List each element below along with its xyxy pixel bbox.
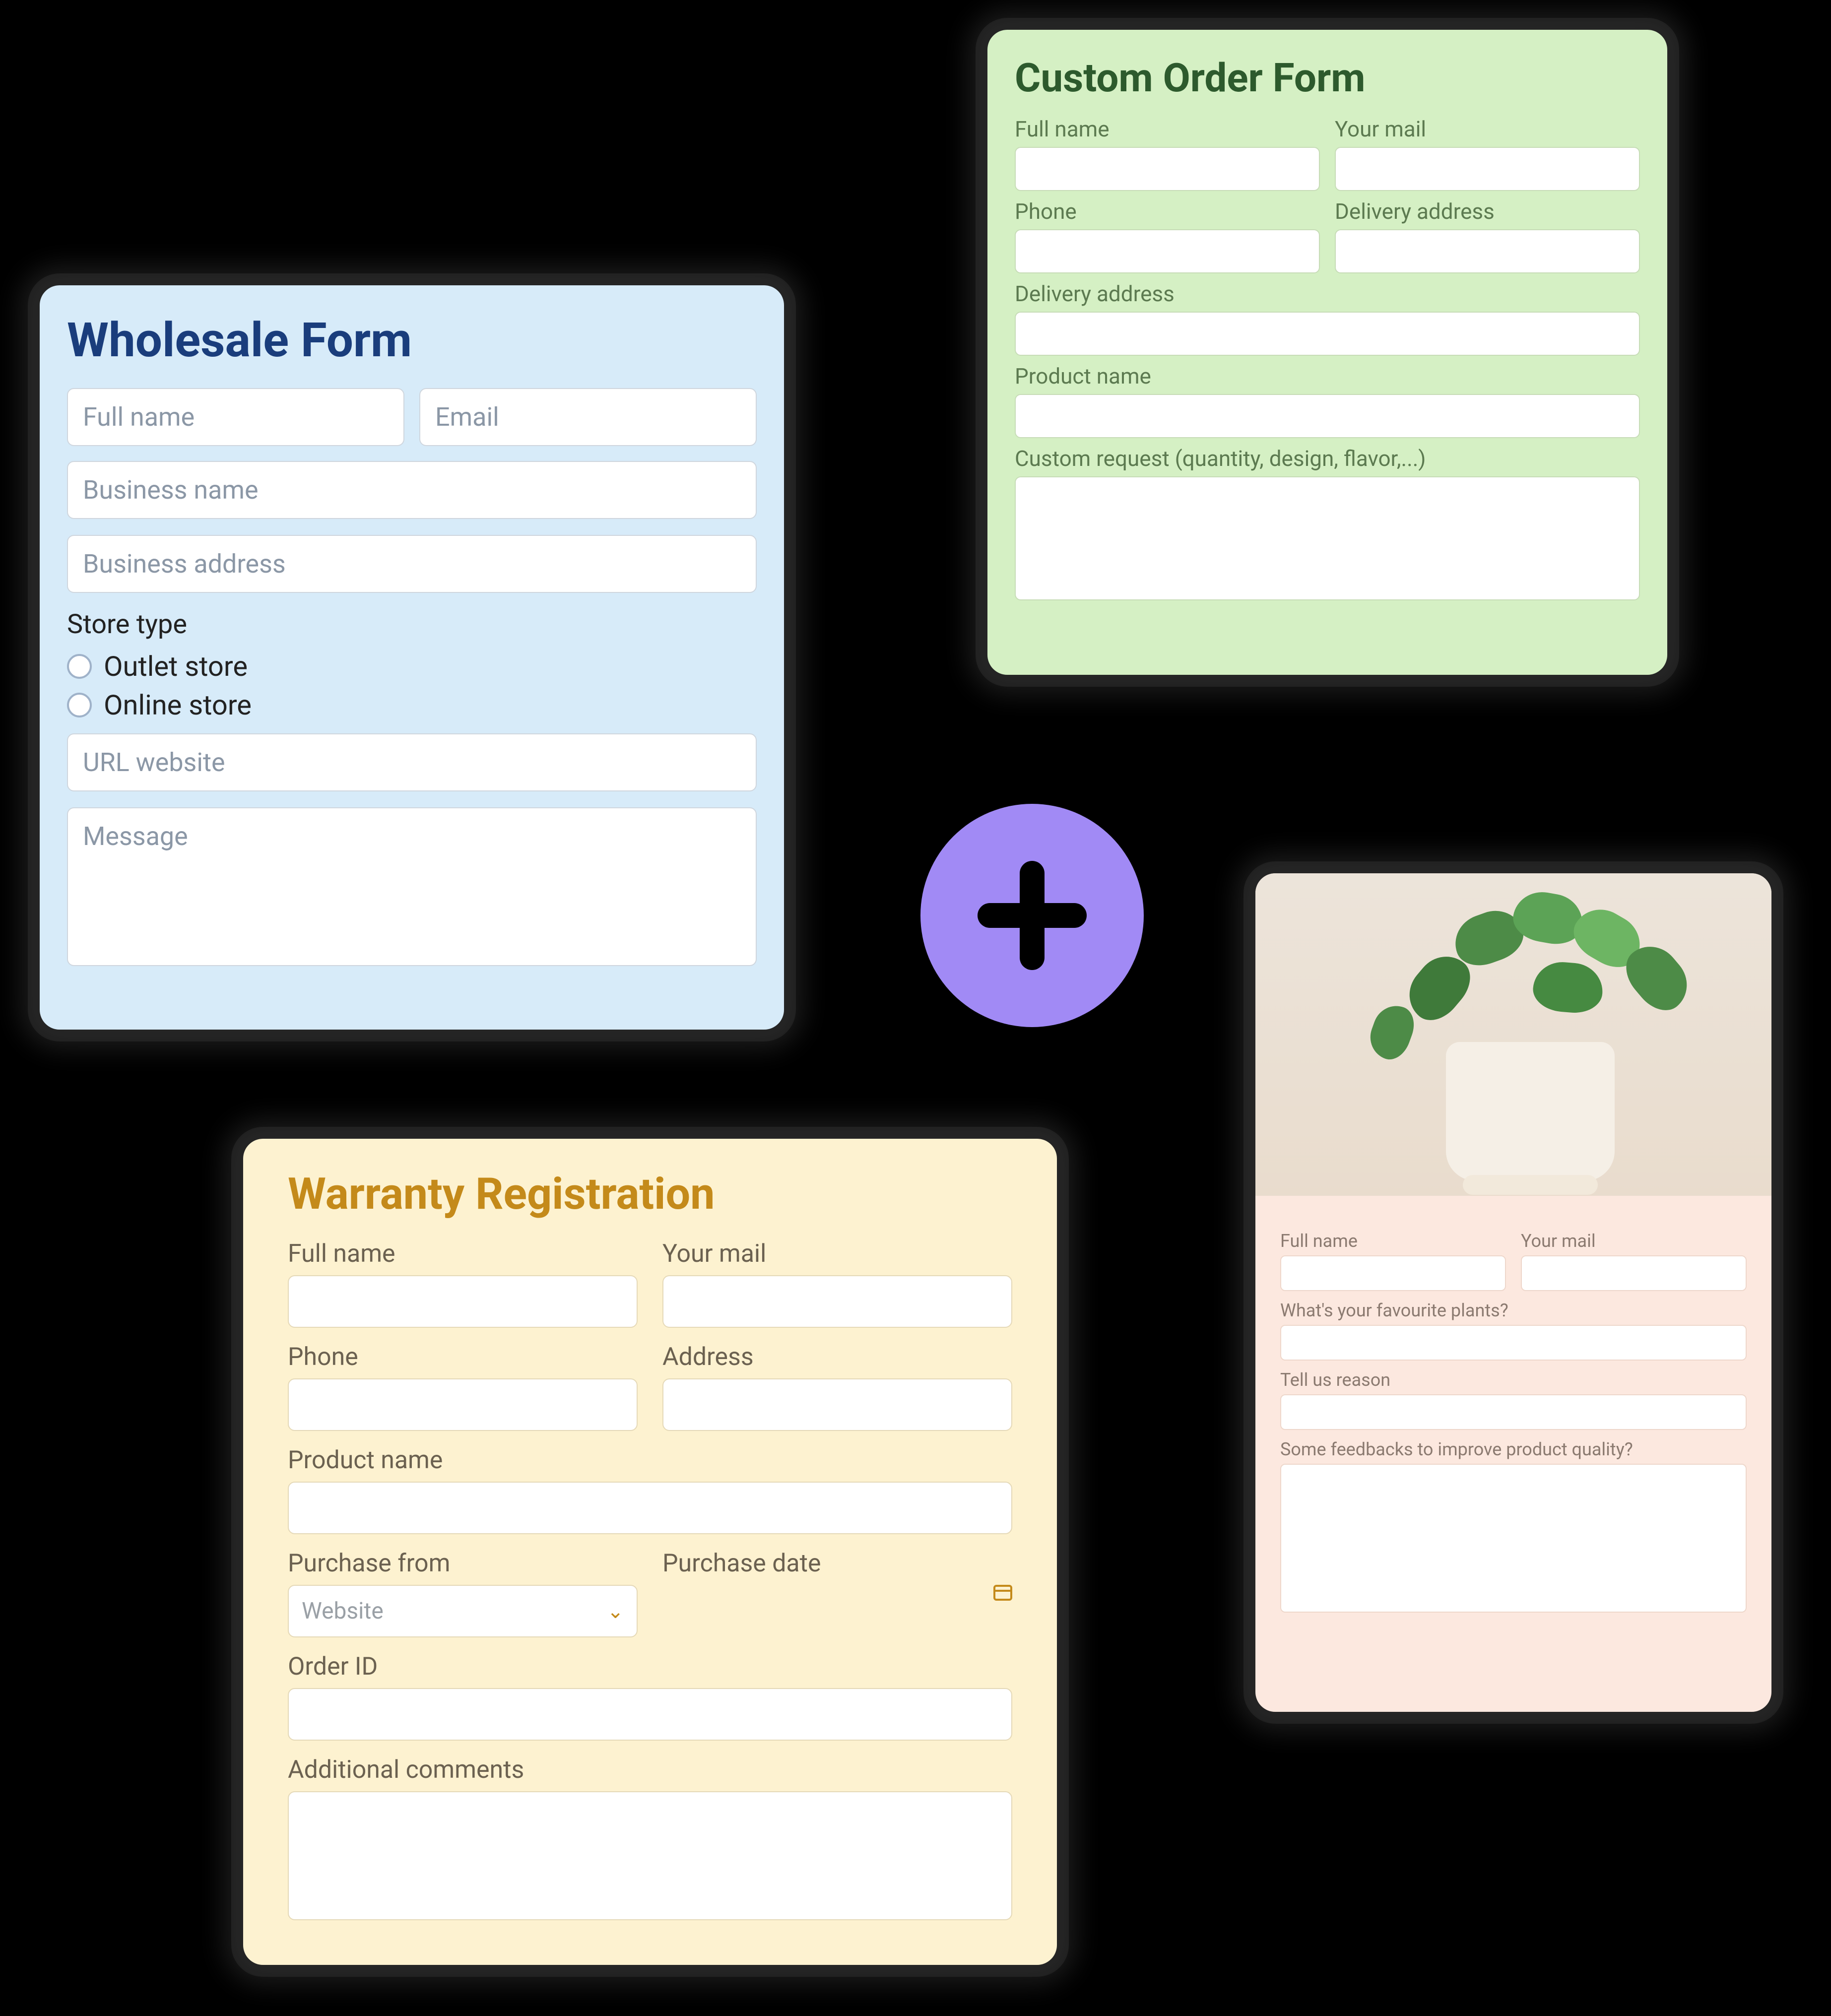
plus-icon xyxy=(1020,861,1045,970)
warranty-address-label: Address xyxy=(662,1343,1012,1371)
custom-phone-label: Phone xyxy=(1015,198,1320,224)
custom-title: Custom Order Form xyxy=(1015,55,1640,101)
radio-outlet[interactable] xyxy=(67,654,92,679)
custom-request-label: Custom request (quantity, design, flavor… xyxy=(1015,446,1640,471)
custom-delivery2-label: Delivery address xyxy=(1015,281,1640,307)
wholesale-title: Wholesale Form xyxy=(67,313,757,368)
radio-online-label: Online store xyxy=(104,689,252,721)
custom-order-form-card: Custom Order Form Full name Your mail Ph… xyxy=(987,30,1667,675)
email-input[interactable] xyxy=(419,388,757,446)
fb-improve-label: Some feedbacks to improve product qualit… xyxy=(1280,1439,1747,1460)
custom-delivery-label: Delivery address xyxy=(1335,198,1640,224)
warranty-order-id-label: Order ID xyxy=(288,1652,1012,1681)
warranty-title: Warranty Registration xyxy=(288,1169,1012,1220)
custom-full-name-input[interactable] xyxy=(1015,147,1320,191)
custom-delivery-input[interactable] xyxy=(1335,229,1640,273)
warranty-phone-label: Phone xyxy=(288,1343,638,1371)
fb-mail-label: Your mail xyxy=(1521,1231,1747,1251)
feedback-form-card: Full name Your mail What's your favourit… xyxy=(1255,873,1771,1712)
message-textarea[interactable] xyxy=(67,807,757,966)
warranty-address-input[interactable] xyxy=(662,1378,1012,1431)
warranty-comments-label: Additional comments xyxy=(288,1756,1012,1784)
warranty-product-label: Product name xyxy=(288,1446,1012,1475)
custom-product-label: Product name xyxy=(1015,363,1640,389)
business-name-input[interactable] xyxy=(67,461,757,519)
add-form-button[interactable] xyxy=(920,804,1144,1027)
warranty-mail-input[interactable] xyxy=(662,1275,1012,1328)
calendar-icon xyxy=(993,1585,1012,1601)
warranty-purchase-date-label: Purchase date xyxy=(662,1549,1012,1578)
fb-full-name-label: Full name xyxy=(1280,1231,1506,1251)
business-address-input[interactable] xyxy=(67,535,757,593)
custom-phone-input[interactable] xyxy=(1015,229,1320,273)
custom-request-textarea[interactable] xyxy=(1015,476,1640,600)
custom-product-input[interactable] xyxy=(1015,394,1640,438)
warranty-mail-label: Your mail xyxy=(662,1239,1012,1268)
warranty-order-id-input[interactable] xyxy=(288,1688,1012,1741)
plant-hero-image xyxy=(1255,873,1771,1196)
warranty-product-input[interactable] xyxy=(288,1482,1012,1534)
full-name-input[interactable] xyxy=(67,388,404,446)
warranty-phone-input[interactable] xyxy=(288,1378,638,1431)
radio-outlet-label: Outlet store xyxy=(104,650,248,683)
chevron-down-icon: ⌄ xyxy=(607,1600,624,1623)
wholesale-form-card: Wholesale Form Store type Outlet store O… xyxy=(40,285,784,1030)
custom-mail-label: Your mail xyxy=(1335,116,1640,142)
warranty-full-name-input[interactable] xyxy=(288,1275,638,1328)
fb-reason-input[interactable] xyxy=(1280,1394,1747,1430)
fb-fav-label: What's your favourite plants? xyxy=(1280,1300,1747,1321)
warranty-comments-textarea[interactable] xyxy=(288,1791,1012,1920)
warranty-purchase-from-value: Website xyxy=(302,1598,384,1625)
fb-reason-label: Tell us reason xyxy=(1280,1369,1747,1390)
url-input[interactable] xyxy=(67,733,757,791)
warranty-form-card: Warranty Registration Full name Your mai… xyxy=(243,1139,1057,1965)
fb-fav-input[interactable] xyxy=(1280,1325,1747,1361)
fb-mail-input[interactable] xyxy=(1521,1255,1747,1291)
fb-improve-textarea[interactable] xyxy=(1280,1464,1747,1613)
custom-full-name-label: Full name xyxy=(1015,116,1320,142)
custom-mail-input[interactable] xyxy=(1335,147,1640,191)
radio-online[interactable] xyxy=(67,693,92,717)
custom-delivery2-input[interactable] xyxy=(1015,312,1640,356)
store-type-label: Store type xyxy=(67,609,757,640)
fb-full-name-input[interactable] xyxy=(1280,1255,1506,1291)
warranty-purchase-from-select[interactable]: Website ⌄ xyxy=(288,1585,638,1637)
warranty-purchase-date-input[interactable] xyxy=(662,1585,1012,1601)
warranty-purchase-from-label: Purchase from xyxy=(288,1549,638,1578)
warranty-full-name-label: Full name xyxy=(288,1239,638,1268)
